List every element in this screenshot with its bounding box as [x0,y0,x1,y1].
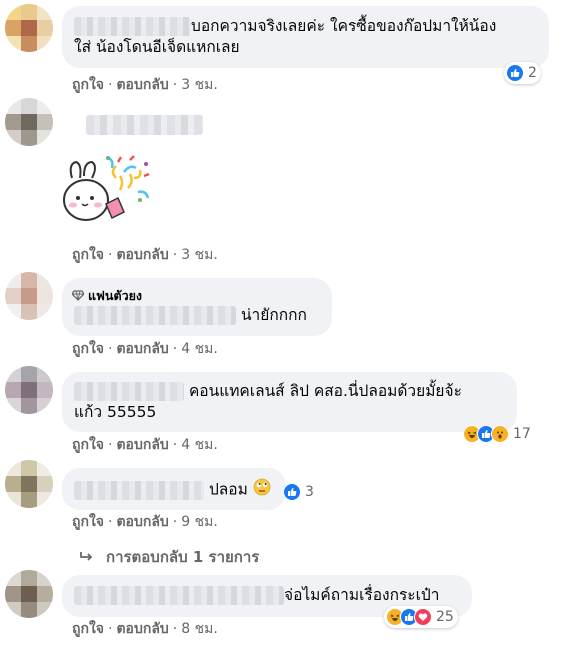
comment-actions: ถูกใจ · ตอบกลับ · 4 ชม. [72,437,218,453]
like-button[interactable]: ถูกใจ [72,247,104,263]
comment-text: น่ายักกกก [240,306,307,324]
avatar[interactable] [5,272,53,320]
love-icon [414,608,432,626]
reaction-summary[interactable]: 2 [504,62,541,84]
avatar[interactable] [5,4,53,52]
like-icon [506,64,524,82]
comment-text: จ่อไมค์ถามเรื่องกระเป๋า [284,586,440,604]
timestamp[interactable]: 3 ชม. [181,247,218,263]
timestamp[interactable]: 9 ชม. [181,514,218,530]
view-replies-link[interactable]: การตอบกลับ 1 รายการ [80,545,259,569]
comment-bubble: บอกความจริงเลยค่ะ ใครซื้อของก๊อปมาให้น้อ… [62,6,549,68]
timestamp[interactable]: 4 ชม. [181,341,218,357]
reaction-count: 3 [305,484,314,500]
comment-actions: ถูกใจ · ตอบกลับ · 3 ชม. [72,247,218,263]
avatar[interactable] [5,98,53,146]
comment-text-line2: ใส่ น้องโดนอีเจ็ดแหกเลย [74,38,240,56]
like-icon [283,483,301,501]
comment-text: บอกความจริงเลยค่ะ ใครซื้อของก๊อปมาให้น้อ… [191,17,497,35]
reaction-summary[interactable]: 17 [461,423,535,445]
reply-button[interactable]: ตอบกลับ [116,437,168,453]
view-replies-label: การตอบกลับ 1 รายการ [106,548,260,566]
reaction-count: 17 [513,426,531,442]
reply-arrow-icon [80,552,93,561]
comment-bubble: แฟนตัวยง น่ายักกกก [62,278,332,336]
reply-button[interactable]: ตอบกลับ [116,514,168,530]
reply-button[interactable]: ตอบกลับ [116,77,168,93]
blurred-name [74,382,184,401]
like-button[interactable]: ถูกใจ [72,621,104,637]
reaction-summary[interactable]: 3 [281,481,318,503]
avatar[interactable] [5,366,53,414]
like-button[interactable]: ถูกใจ [72,514,104,530]
reaction-count: 25 [436,609,454,625]
badge-label: แฟนตัวยง [88,288,143,303]
blurred-name [74,586,284,605]
blurred-name [86,115,203,135]
like-button[interactable]: ถูกใจ [72,437,104,453]
wow-icon [491,425,509,443]
comment-actions: ถูกใจ · ตอบกลับ · 4 ชม. [72,341,218,357]
avatar[interactable] [5,570,53,618]
comment-actions: ถูกใจ · ตอบกลับ · 9 ชม. [72,514,218,530]
comment-actions: ถูกใจ · ตอบกลับ · 3 ชม. [72,77,218,93]
reply-button[interactable]: ตอบกลับ [116,341,168,357]
rolling-eyes-emoji [253,478,271,502]
timestamp[interactable]: 8 ชม. [181,621,218,637]
confetti-bunny-sticker [58,148,154,238]
timestamp[interactable]: 3 ชม. [181,77,218,93]
like-button[interactable]: ถูกใจ [72,77,104,93]
comment-text-line2: แก้ว 55555 [74,403,157,421]
comment-text: คอนแทคเลนส์ ลิป คสอ.นี่ปลอมด้วยมั้ยจ้ะ [188,382,462,400]
blurred-name [74,306,236,325]
comment-actions: ถูกใจ · ตอบกลับ · 8 ชม. [72,621,218,637]
timestamp[interactable]: 4 ชม. [181,437,218,453]
diamond-icon [72,290,84,301]
comment-bubble: คอนแทคเลนส์ ลิป คสอ.นี่ปลอมด้วยมั้ยจ้ะ แ… [62,372,517,432]
reaction-count: 2 [528,65,537,81]
reaction-summary[interactable]: 25 [384,606,458,628]
comment-text: ปลอม [208,480,248,499]
avatar[interactable] [5,460,53,508]
top-fan-badge: แฟนตัวยง [72,285,142,306]
comment-bubble: ปลอม [62,468,286,510]
blurred-name [74,17,191,36]
reply-button[interactable]: ตอบกลับ [116,247,168,263]
like-button[interactable]: ถูกใจ [72,341,104,357]
reply-button[interactable]: ตอบกลับ [116,621,168,637]
blurred-name [74,480,204,500]
